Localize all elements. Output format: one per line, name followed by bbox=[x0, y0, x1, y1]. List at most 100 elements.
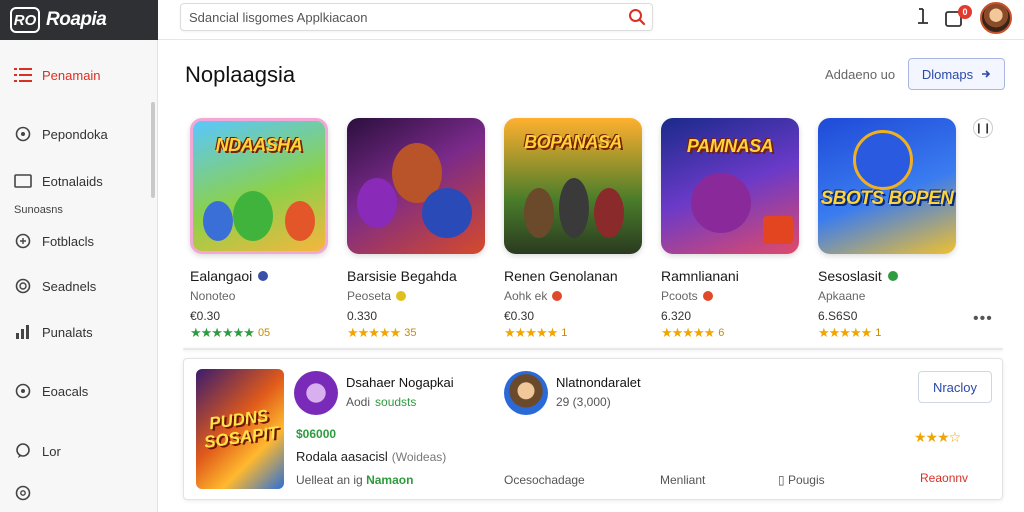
game-thumbnail[interactable]: PAMNASA bbox=[661, 118, 799, 254]
game-name[interactable]: Sesoslasit bbox=[818, 268, 968, 284]
character-figure bbox=[853, 130, 913, 190]
game-name-text: Ealangaoi bbox=[190, 268, 253, 284]
character-figure bbox=[594, 188, 624, 238]
sidebar-item-chat[interactable]: Lor bbox=[14, 442, 61, 460]
sidebar-item-home[interactable]: Penamain bbox=[14, 66, 101, 84]
character-figure bbox=[559, 178, 589, 238]
game-name[interactable]: Barsisie Begahda bbox=[347, 268, 497, 284]
circle-icon bbox=[14, 125, 32, 143]
game-name[interactable]: Ealangaoi bbox=[190, 268, 340, 284]
main-content: Noplaagsia Addaeno uo Dlomaps NDAASHA Ea… bbox=[158, 40, 1024, 512]
game-developer-text: Aohk ek bbox=[504, 289, 548, 303]
featured-link-4[interactable]: ▯ Pougis bbox=[778, 473, 825, 487]
search-input[interactable]: Sdancial lisgomes Applkiacaon bbox=[189, 10, 622, 25]
game-price: €0.30 bbox=[504, 309, 535, 323]
featured-title-2[interactable]: Nlatnondaralet bbox=[556, 375, 641, 390]
sidebar-item-label: Punalats bbox=[42, 324, 93, 340]
install-button[interactable]: Nracloy bbox=[918, 371, 992, 403]
game-thumbnail[interactable]: BOPANASA bbox=[504, 118, 642, 254]
featured-link-2[interactable]: Ocesochadage bbox=[504, 473, 585, 487]
game-name[interactable]: Ramnlianani bbox=[661, 268, 811, 284]
game-name[interactable]: Renen Genolanan bbox=[504, 268, 654, 284]
search-bar[interactable]: Sdancial lisgomes Applkiacaon bbox=[180, 3, 653, 31]
developer-avatar[interactable] bbox=[504, 371, 548, 415]
featured-link-3[interactable]: Menliant bbox=[660, 473, 705, 487]
featured-sub-1-text: Aodi bbox=[346, 395, 371, 409]
featured-title-1[interactable]: Dsahaer Nogapkai bbox=[346, 375, 454, 390]
see-all-link[interactable]: Addaeno uo bbox=[825, 67, 895, 82]
upload-icon[interactable] bbox=[916, 6, 930, 31]
game-thumbnail[interactable]: SBOTS BOPEN bbox=[818, 118, 956, 254]
more-options-icon[interactable]: ••• bbox=[973, 310, 993, 328]
section-divider bbox=[183, 348, 1003, 350]
badge-icon bbox=[552, 291, 563, 301]
character-figure bbox=[691, 173, 751, 233]
game-rating: ★★★★★ 1 bbox=[818, 325, 968, 341]
game-card[interactable]: BOPANASA Renen Genolanan Aohk ek €0.30 ★… bbox=[504, 118, 654, 341]
user-avatar[interactable] bbox=[980, 2, 1012, 34]
section-title: Noplaagsia bbox=[185, 62, 296, 87]
featured-thumbnail[interactable]: PUDNS SOSAPIT bbox=[196, 369, 284, 489]
game-developer-text: Pcoots bbox=[661, 289, 698, 303]
sidebar-item-social[interactable]: Eoacals bbox=[14, 382, 88, 400]
sidebar-item-label: Eoacals bbox=[42, 383, 89, 399]
brand[interactable]: RO Roapia bbox=[0, 0, 158, 40]
character-figure bbox=[233, 191, 273, 241]
game-card[interactable]: NDAASHA Ealangaoi Nonoteo €0.30 ★★★★★★ 0… bbox=[190, 118, 340, 341]
character-figure bbox=[203, 201, 233, 241]
featured-thumbnail-title: PUDNS SOSAPIT bbox=[202, 406, 280, 453]
circle-icon bbox=[14, 382, 32, 400]
notification-icon[interactable]: 0 bbox=[944, 5, 972, 29]
verified-icon bbox=[258, 271, 269, 281]
sidebar-item-popular[interactable]: Pepondoka bbox=[14, 125, 108, 143]
sidebar-item-settings[interactable] bbox=[14, 484, 32, 502]
sidebar-scrollbar[interactable] bbox=[151, 102, 155, 198]
game-name-text: Sesoslasit bbox=[818, 268, 882, 284]
game-rating: ★★★★★ 1 bbox=[504, 325, 654, 341]
game-developer-text: Peoseta bbox=[347, 289, 392, 303]
target-icon bbox=[14, 277, 32, 295]
sidebar-section-label: Sunoasns bbox=[14, 204, 63, 216]
game-thumbnail[interactable]: NDAASHA bbox=[190, 118, 328, 254]
report-link[interactable]: Reaonnv bbox=[920, 471, 968, 485]
featured-link-1[interactable]: Uelleat an ig Namaon bbox=[296, 473, 413, 487]
game-rating: ★★★★★★ 05 bbox=[190, 325, 340, 341]
rating-stars: ★★★★★ bbox=[661, 325, 715, 340]
game-developer: Peoseta bbox=[347, 289, 497, 303]
rating-stars: ★★★★★★ bbox=[190, 325, 255, 340]
publisher-avatar[interactable] bbox=[294, 371, 338, 415]
featured-description: Rodala aasacisl (Woideas) bbox=[296, 449, 446, 464]
game-card[interactable]: Barsisie Begahda Peoseta 0.330 ★★★★★ 35 bbox=[347, 118, 497, 341]
more-button[interactable]: Dlomaps bbox=[908, 58, 1005, 90]
settings-icon bbox=[14, 484, 32, 502]
featured-description-note: (Woideas) bbox=[391, 449, 447, 464]
more-button-label: Dlomaps bbox=[921, 66, 974, 82]
sidebar-item-football[interactable]: Fotblacls bbox=[14, 232, 94, 250]
badge-icon bbox=[396, 291, 407, 301]
game-card[interactable]: SBOTS BOPEN Sesoslasit Apkaane 6.S6S0 ★★… bbox=[818, 118, 968, 341]
game-badge bbox=[763, 216, 793, 244]
featured-sub-1-tag: soudsts bbox=[375, 395, 417, 409]
rating-count: 05 bbox=[257, 327, 271, 339]
game-rating: ★★★★★ 35 bbox=[347, 325, 497, 341]
sidebar-item-puzzles[interactable]: Punalats bbox=[14, 323, 93, 341]
screen-icon bbox=[14, 172, 32, 190]
sidebar-item-label: Penamain bbox=[42, 67, 101, 83]
chart-icon bbox=[14, 323, 32, 341]
doc-icon: ▯ bbox=[778, 473, 785, 487]
sidebar-item-seasonals[interactable]: Seadnels bbox=[14, 277, 96, 295]
sidebar-item-label: Eotnalaids bbox=[42, 173, 103, 189]
sidebar-item-downloads[interactable]: Eotnalaids bbox=[14, 172, 103, 190]
search-icon[interactable] bbox=[622, 5, 652, 29]
arrow-right-icon bbox=[981, 67, 991, 82]
row-next-button[interactable]: ❙❙ bbox=[973, 118, 993, 138]
gamepad-icon bbox=[14, 232, 32, 250]
character-figure bbox=[285, 201, 315, 241]
game-card[interactable]: PAMNASA Ramnlianani Pcoots 6.320 ★★★★★ 6 bbox=[661, 118, 811, 341]
sidebar-item-label: Pepondoka bbox=[42, 126, 108, 142]
game-thumbnail[interactable] bbox=[347, 118, 485, 254]
game-price: €0.30 bbox=[190, 309, 221, 323]
sidebar-item-label: Fotblacls bbox=[42, 233, 95, 249]
badge-icon bbox=[702, 291, 713, 301]
game-price: 6.320 bbox=[661, 309, 692, 323]
